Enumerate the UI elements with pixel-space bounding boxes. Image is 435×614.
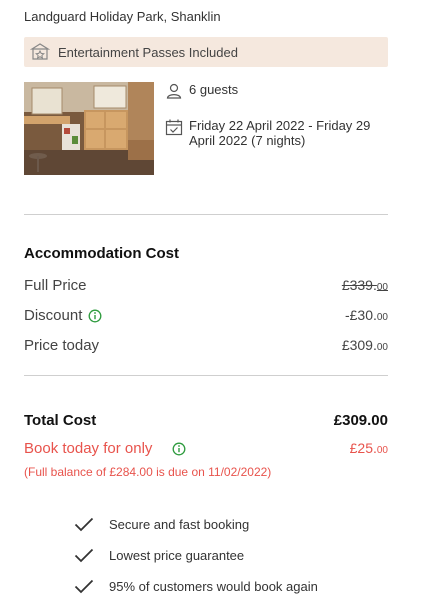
divider	[24, 375, 388, 376]
guests-count: 6 guests	[189, 82, 239, 97]
feature-text: Secure and fast booking	[109, 516, 250, 532]
feature-item: Lowest price guarantee	[74, 547, 244, 563]
full-price-value: £339.00	[341, 277, 388, 293]
info-icon[interactable]	[88, 309, 102, 323]
guests-info: 6 guests	[165, 82, 238, 100]
stay-dates-info: Friday 22 April 2022 - Friday 29 April 2…	[165, 118, 390, 148]
park-location: Landguard Holiday Park, Shanklin	[24, 9, 221, 24]
ticket-star-icon	[30, 42, 50, 62]
feature-text: 95% of customers would book again	[109, 578, 318, 594]
discount-label-wrap: Discount	[24, 307, 102, 324]
total-cost-label: Total Cost	[24, 412, 97, 429]
total-cost-row: Total Cost £309.00	[24, 412, 388, 429]
feature-item: Secure and fast booking	[74, 516, 249, 532]
feature-text: Lowest price guarantee	[109, 547, 245, 563]
check-icon	[74, 547, 94, 563]
accommodation-photo[interactable]	[24, 82, 154, 175]
person-icon	[165, 82, 183, 100]
total-cost-value: £309.00	[333, 412, 388, 429]
feature-item: 95% of customers would book again	[74, 578, 318, 594]
book-today-row: Book today for only £25.00	[24, 440, 388, 457]
calendar-check-icon	[165, 118, 183, 136]
entertainment-passes-banner: Entertainment Passes Included	[24, 37, 388, 67]
price-today-value: £309.00	[341, 337, 388, 353]
book-today-label-wrap: Book today for only	[24, 440, 186, 457]
check-icon	[74, 516, 94, 532]
book-today-label: Book today for only	[24, 440, 153, 457]
balance-due-note: (Full balance of £284.00 is due on 11/02…	[24, 465, 272, 479]
discount-label: Discount	[24, 307, 83, 324]
discount-row: Discount -£30.00	[24, 307, 388, 324]
full-price-label: Full Price	[24, 277, 87, 294]
divider	[24, 214, 388, 215]
check-icon	[74, 578, 94, 594]
price-today-row: Price today £309.00	[24, 337, 388, 354]
price-today-label: Price today	[24, 337, 100, 354]
stay-dates: Friday 22 April 2022 - Friday 29 April 2…	[189, 118, 371, 148]
accommodation-cost-title: Accommodation Cost	[24, 245, 180, 262]
book-today-value: £25.00	[349, 440, 388, 456]
info-icon[interactable]	[172, 442, 186, 456]
full-price-row: Full Price £339.00	[24, 277, 388, 294]
entertainment-passes-label: Entertainment Passes Included	[58, 44, 238, 60]
discount-value: -£30.00	[344, 307, 388, 323]
